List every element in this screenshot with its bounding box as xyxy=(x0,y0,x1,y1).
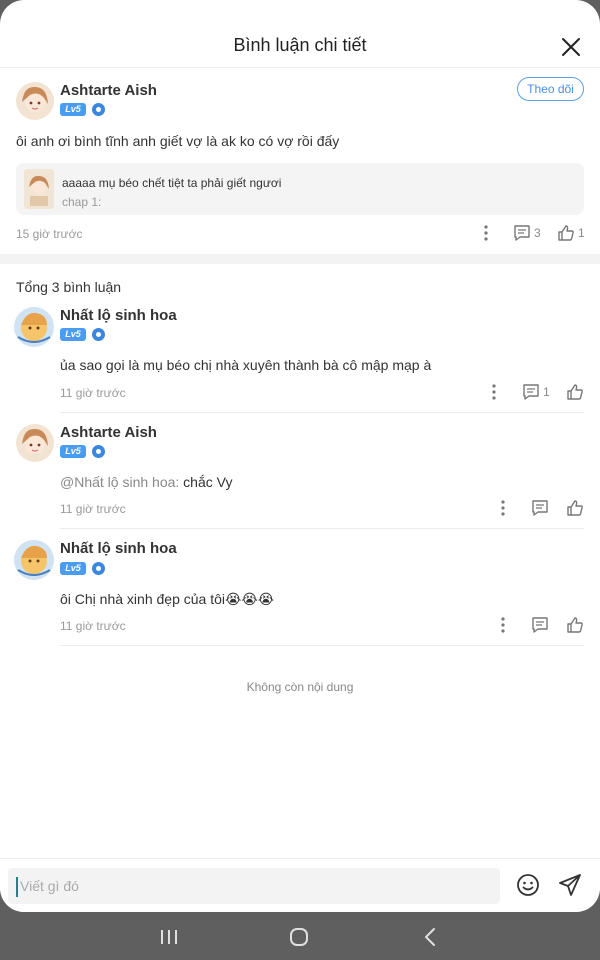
send-icon[interactable] xyxy=(558,873,582,897)
reply-text: ôi Chị nhà xinh đẹp của tôi😭😭😭 xyxy=(60,591,274,608)
thumbs-up-icon xyxy=(567,384,583,400)
reply-text: @Nhất lộ sinh hoa: chắc Vy xyxy=(60,474,232,490)
comment-icon xyxy=(532,617,548,633)
reply-button[interactable]: 1 xyxy=(522,383,550,401)
level-badge: Lv5 xyxy=(60,328,86,341)
more-options-icon[interactable] xyxy=(483,224,489,242)
username[interactable]: Nhất lộ sinh hoa xyxy=(60,307,177,324)
reply-count: 1 xyxy=(543,385,550,399)
user-badges: Lv5 xyxy=(60,103,105,116)
avatar[interactable] xyxy=(16,82,54,120)
close-icon[interactable] xyxy=(560,36,582,58)
thumbs-up-icon xyxy=(567,617,583,633)
user-badges: Lv5 xyxy=(60,562,105,575)
avatar[interactable] xyxy=(16,424,54,462)
reply-count: 3 xyxy=(534,226,541,240)
timestamp: 11 giờ trước xyxy=(60,386,126,400)
user-badges: Lv5 xyxy=(60,328,105,341)
comment-icon xyxy=(514,225,530,241)
comment-icon xyxy=(523,384,539,400)
more-options-icon[interactable] xyxy=(500,616,506,634)
verified-icon xyxy=(92,328,105,341)
reply-body: chắc Vy xyxy=(183,474,233,490)
reply-text: ủa sao gọi là mụ béo chị nhà xuyên thành… xyxy=(60,357,431,373)
like-button[interactable]: 1 xyxy=(557,224,585,242)
timestamp: 11 giờ trước xyxy=(60,619,126,633)
like-button[interactable] xyxy=(566,383,584,401)
chapter-thumbnail xyxy=(24,169,54,209)
timestamp: 15 giờ trước xyxy=(16,227,83,241)
reply-button[interactable]: 3 xyxy=(513,224,541,242)
recent-apps-icon[interactable] xyxy=(158,926,180,948)
more-options-icon[interactable] xyxy=(491,383,497,401)
reply-button[interactable] xyxy=(531,616,549,634)
like-button[interactable] xyxy=(566,616,584,634)
reply-body: ủa sao gọi là mụ béo chị nhà xuyên thành… xyxy=(60,357,432,373)
comment-input[interactable] xyxy=(8,868,500,904)
end-of-list-label: Không còn nội dung xyxy=(246,680,354,694)
username[interactable]: Ashtarte Aish xyxy=(60,424,157,441)
comment-icon xyxy=(532,500,548,516)
section-divider xyxy=(0,254,600,264)
verified-icon xyxy=(92,445,105,458)
reply-body: ôi Chị nhà xinh đẹp của tôi😭😭😭 xyxy=(60,591,275,607)
text-caret xyxy=(16,877,18,897)
header: Bình luận chi tiết xyxy=(0,0,600,68)
home-icon[interactable] xyxy=(288,926,310,948)
comment-text: ôi anh ơi bình tĩnh anh giết vợ là ak ko… xyxy=(16,133,340,149)
username[interactable]: Ashtarte Aish xyxy=(60,82,157,99)
username[interactable]: Nhất lộ sinh hoa xyxy=(60,540,177,557)
quote-text: aaaaa mụ béo chết tiệt ta phải giết ngươ… xyxy=(62,176,282,190)
verified-icon xyxy=(92,562,105,575)
like-button[interactable] xyxy=(566,499,584,517)
level-badge: Lv5 xyxy=(60,562,86,575)
follow-button[interactable]: Theo dõi xyxy=(517,77,584,101)
system-navigation-bar xyxy=(0,912,600,960)
more-options-icon[interactable] xyxy=(500,499,506,517)
emoji-icon[interactable] xyxy=(516,873,540,897)
thumbs-up-icon xyxy=(558,225,574,241)
thumbs-up-icon xyxy=(567,500,583,516)
verified-icon xyxy=(92,103,105,116)
comment-composer xyxy=(0,858,600,912)
mention[interactable]: @Nhất lộ sinh hoa: xyxy=(60,474,179,490)
divider xyxy=(60,412,584,413)
user-badges: Lv5 xyxy=(60,445,105,458)
avatar[interactable] xyxy=(14,540,54,580)
total-comments: Tổng 3 bình luận xyxy=(16,279,122,295)
comment-detail-sheet: Bình luận chi tiết Ashtarte Aish Lv5 The… xyxy=(0,0,600,912)
reply-button[interactable] xyxy=(531,499,549,517)
divider xyxy=(60,528,584,529)
timestamp: 11 giờ trước xyxy=(60,502,126,516)
level-badge: Lv5 xyxy=(60,103,86,116)
level-badge: Lv5 xyxy=(60,445,86,458)
avatar[interactable] xyxy=(14,307,54,347)
quoted-chapter[interactable]: aaaaa mụ béo chết tiệt ta phải giết ngươ… xyxy=(16,163,584,215)
divider xyxy=(60,645,584,646)
page-title: Bình luận chi tiết xyxy=(233,35,367,55)
like-count: 1 xyxy=(578,226,585,240)
quote-chapter: chap 1: xyxy=(62,195,102,209)
back-icon[interactable] xyxy=(420,926,442,948)
